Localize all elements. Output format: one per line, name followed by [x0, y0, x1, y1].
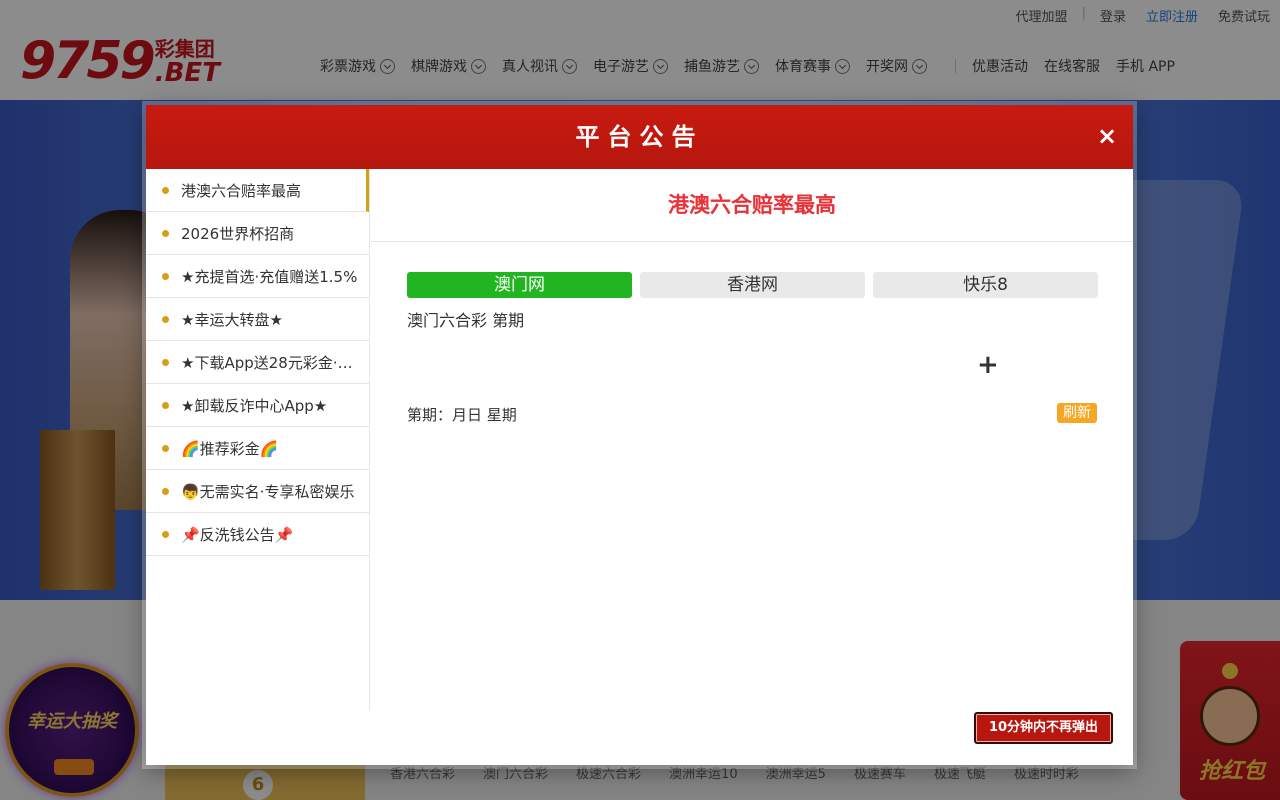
announcement-item[interactable]: 👦无需实名·专享私密娱乐 — [146, 470, 369, 513]
announcement-label: 📌反洗钱公告📌 — [181, 525, 294, 544]
announcement-label: 🌈推荐彩金🌈 — [181, 439, 279, 458]
content-title: 港澳六合赔率最高 — [371, 169, 1133, 242]
announcement-item[interactable]: ★幸运大转盘★ — [146, 298, 369, 341]
announcement-item[interactable]: ★卸载反诈中心App★ — [146, 384, 369, 427]
announcement-list: 港澳六合赔率最高 2026世界杯招商 ★充提首选·充值赠送1.5% ★幸运大转盘… — [146, 169, 370, 710]
announcement-item[interactable]: 2026世界杯招商 — [146, 212, 369, 255]
lottery-issue-line: 澳门六合彩 第期 — [407, 311, 525, 330]
bullet-icon — [162, 315, 169, 323]
plus-icon: + — [977, 350, 999, 380]
announcement-label: ★充提首选·充值赠送1.5% — [181, 267, 358, 286]
period-line: 第期：月日 星期 — [407, 406, 517, 424]
source-tabs: 澳门网 香港网 快乐8 — [407, 272, 1106, 298]
modal-header: 平台公告 × — [146, 105, 1133, 169]
announcement-label: ★下载App送28元彩金·… — [181, 353, 353, 372]
announcement-content: 港澳六合赔率最高 澳门网 香港网 快乐8 澳门六合彩 第期 + 第期：月日 星期… — [371, 169, 1133, 710]
announcement-label: 港澳六合赔率最高 — [181, 181, 302, 200]
announcement-item[interactable]: ★下载App送28元彩金·… — [146, 341, 369, 384]
bullet-icon — [162, 401, 169, 409]
tab-macau[interactable]: 澳门网 — [407, 272, 632, 298]
bullet-icon — [162, 530, 169, 538]
refresh-button[interactable]: 刷新 — [1057, 403, 1097, 423]
modal-title: 平台公告 — [575, 123, 704, 151]
bullet-icon — [162, 186, 169, 194]
announcement-label: 👦无需实名·专享私密娱乐 — [181, 482, 355, 501]
bullet-icon — [162, 229, 169, 237]
bullet-icon — [162, 487, 169, 495]
announcement-item[interactable]: ★充提首选·充值赠送1.5% — [146, 255, 369, 298]
announcement-item[interactable]: 📌反洗钱公告📌 — [146, 513, 369, 556]
announcement-item[interactable]: 🌈推荐彩金🌈 — [146, 427, 369, 470]
announcement-label: ★幸运大转盘★ — [181, 310, 283, 329]
tab-hongkong[interactable]: 香港网 — [640, 272, 865, 298]
close-icon[interactable]: × — [1095, 122, 1119, 150]
announcement-label: 2026世界杯招商 — [181, 224, 295, 243]
announcement-label: ★卸载反诈中心App★ — [181, 396, 328, 415]
bullet-icon — [162, 358, 169, 366]
tab-happy8[interactable]: 快乐8 — [873, 272, 1098, 298]
announcement-modal: 平台公告 × 港澳六合赔率最高 2026世界杯招商 ★充提首选·充值赠送1.5%… — [146, 105, 1133, 765]
bullet-icon — [162, 272, 169, 280]
dismiss-10min-button[interactable]: 10分钟内不再弹出 — [974, 712, 1113, 744]
bullet-icon — [162, 444, 169, 452]
announcement-item[interactable]: 港澳六合赔率最高 — [146, 169, 369, 212]
